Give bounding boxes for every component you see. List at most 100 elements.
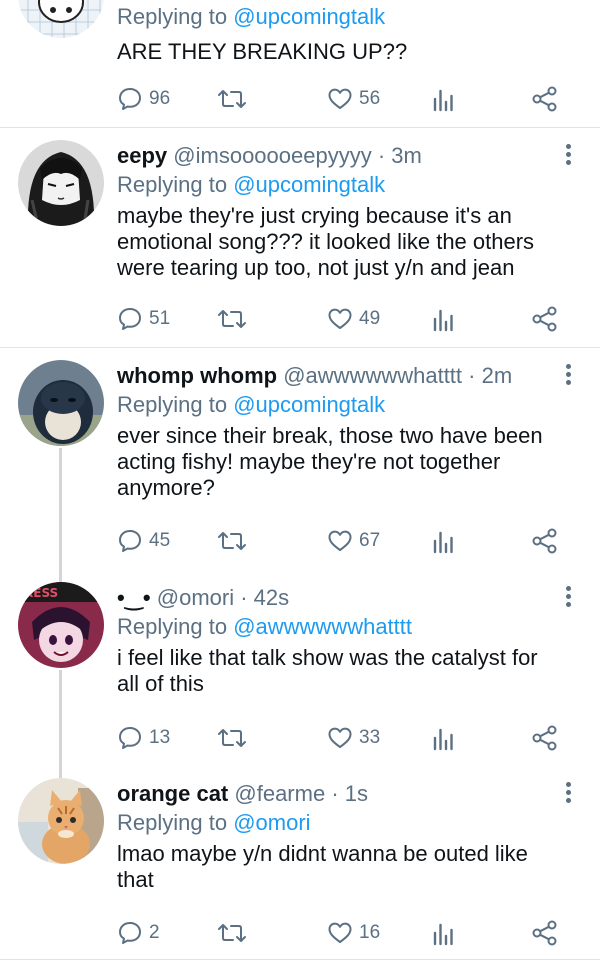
tweet-actions: 45 67 <box>117 526 577 556</box>
timestamp[interactable]: · 3m <box>378 143 422 168</box>
tweet-header: •‿• @omori · 42s <box>117 584 556 612</box>
more-vertical-icon[interactable] <box>566 144 572 168</box>
share-button[interactable] <box>531 84 559 114</box>
tweet-actions: 13 33 <box>117 723 577 753</box>
reply-button[interactable]: 96 <box>117 84 170 114</box>
analytics-icon <box>433 728 453 751</box>
tweet-actions: 2 16 <box>117 918 577 948</box>
thread-line <box>59 570 62 582</box>
replying-to: Replying to @upcomingtalk <box>117 172 386 197</box>
replying-to: Replying to @omori <box>117 810 311 835</box>
handle[interactable]: @awwwwwwhatttt <box>283 363 462 388</box>
timestamp[interactable]: · 1s <box>331 781 368 806</box>
mention-link[interactable]: @awwwwwwhatttt <box>233 614 412 639</box>
share-icon <box>532 920 557 946</box>
like-count: 56 <box>359 88 381 109</box>
tweet-text: ever since their break, those two have b… <box>117 423 543 500</box>
reply-button[interactable]: 51 <box>117 304 170 334</box>
more-vertical-icon[interactable] <box>566 586 572 610</box>
comment-icon <box>119 88 141 110</box>
share-button[interactable] <box>531 918 559 948</box>
replying-to: Replying to @upcomingtalk <box>117 4 386 29</box>
reply-count: 51 <box>149 308 171 329</box>
comment-icon <box>119 308 141 330</box>
thread-line <box>59 670 62 766</box>
like-button[interactable]: 16 <box>327 918 380 948</box>
avatar[interactable] <box>18 778 104 864</box>
mention-link[interactable]: @upcomingtalk <box>233 4 385 29</box>
tweet-text: ARE THEY BREAKING UP?? <box>117 39 408 64</box>
handle[interactable]: @omori <box>157 585 234 610</box>
mention-link[interactable]: @upcomingtalk <box>233 172 385 197</box>
tweet-text: lmao maybe y/n didnt wanna be outed like… <box>117 841 528 892</box>
replying-to: Replying to @upcomingtalk <box>117 392 386 417</box>
share-icon <box>532 528 557 554</box>
retweet-button[interactable] <box>217 84 247 114</box>
retweet-button[interactable] <box>217 526 247 556</box>
reply-count: 13 <box>149 727 171 748</box>
tweet[interactable]: whomp whomp @awwwwwwhatttt · 2m Replying… <box>0 348 600 570</box>
avatar[interactable]: RESS <box>18 582 104 668</box>
retweet-icon <box>218 310 246 328</box>
analytics-button[interactable] <box>431 84 455 114</box>
retweet-button[interactable] <box>217 304 247 334</box>
tweet-header: orange cat @fearme · 1s <box>117 780 556 808</box>
avatar[interactable] <box>18 0 104 38</box>
more-vertical-icon[interactable] <box>566 364 572 388</box>
tweet-text: maybe they're just crying because it's a… <box>117 203 535 280</box>
handle[interactable]: @fearme <box>234 781 325 806</box>
share-button[interactable] <box>531 304 559 334</box>
analytics-button[interactable] <box>431 723 455 753</box>
reply-button[interactable]: 13 <box>117 723 170 753</box>
share-icon <box>532 306 557 332</box>
share-button[interactable] <box>531 526 559 556</box>
like-button[interactable]: 67 <box>327 526 380 556</box>
like-button[interactable]: 33 <box>327 723 380 753</box>
comment-icon <box>119 530 141 552</box>
timestamp[interactable]: · 42s <box>240 585 289 610</box>
tweet-actions: 96 56 <box>117 84 577 114</box>
mention-link[interactable]: @omori <box>233 810 310 835</box>
tweet[interactable]: eepy @imsoooooeepyyyy · 3m Replying to @… <box>0 128 600 348</box>
analytics-button[interactable] <box>431 526 455 556</box>
analytics-button[interactable] <box>431 918 455 948</box>
handle[interactable]: @imsoooooeepyyyy <box>173 143 371 168</box>
svg-text:RESS: RESS <box>24 586 58 600</box>
retweet-button[interactable] <box>217 723 247 753</box>
display-name[interactable]: eepy <box>117 143 167 168</box>
share-icon <box>532 86 557 112</box>
tweet-header: whomp whomp @awwwwwwhatttt · 2m <box>117 362 556 390</box>
comment-icon <box>119 727 141 749</box>
retweet-icon <box>218 90 246 108</box>
retweet-icon <box>218 924 246 942</box>
analytics-button[interactable] <box>431 304 455 334</box>
display-name[interactable]: •‿• <box>117 585 151 610</box>
heart-icon <box>328 308 352 329</box>
reply-button[interactable]: 2 <box>117 918 160 948</box>
more-vertical-icon[interactable] <box>566 782 572 806</box>
thread-line <box>59 766 62 778</box>
reply-button[interactable]: 45 <box>117 526 170 556</box>
display-name[interactable]: whomp whomp <box>117 363 277 388</box>
retweet-icon <box>218 532 246 550</box>
tweet-actions: 51 49 <box>117 304 577 334</box>
mention-link[interactable]: @upcomingtalk <box>233 392 385 417</box>
tweet[interactable]: RESS •‿• @omori · 42s Replying to @awwww… <box>0 570 600 766</box>
tweet[interactable]: orange cat @fearme · 1s Replying to @omo… <box>0 766 600 960</box>
heart-icon <box>328 530 352 551</box>
share-button[interactable] <box>531 723 559 753</box>
thread-line <box>59 448 62 570</box>
tweet-header: eepy @imsoooooeepyyyy · 3m <box>117 142 556 170</box>
retweet-button[interactable] <box>217 918 247 948</box>
avatar[interactable] <box>18 140 104 226</box>
like-button[interactable]: 56 <box>327 84 380 114</box>
display-name[interactable]: orange cat <box>117 781 228 806</box>
heart-icon <box>328 727 352 748</box>
like-count: 16 <box>359 922 381 943</box>
avatar[interactable] <box>18 360 104 446</box>
tweet[interactable]: Replying to @upcomingtalk ARE THEY BREAK… <box>0 0 600 128</box>
like-button[interactable]: 49 <box>327 304 380 334</box>
like-count: 49 <box>359 308 381 329</box>
analytics-icon <box>433 531 453 554</box>
timestamp[interactable]: · 2m <box>468 363 512 388</box>
